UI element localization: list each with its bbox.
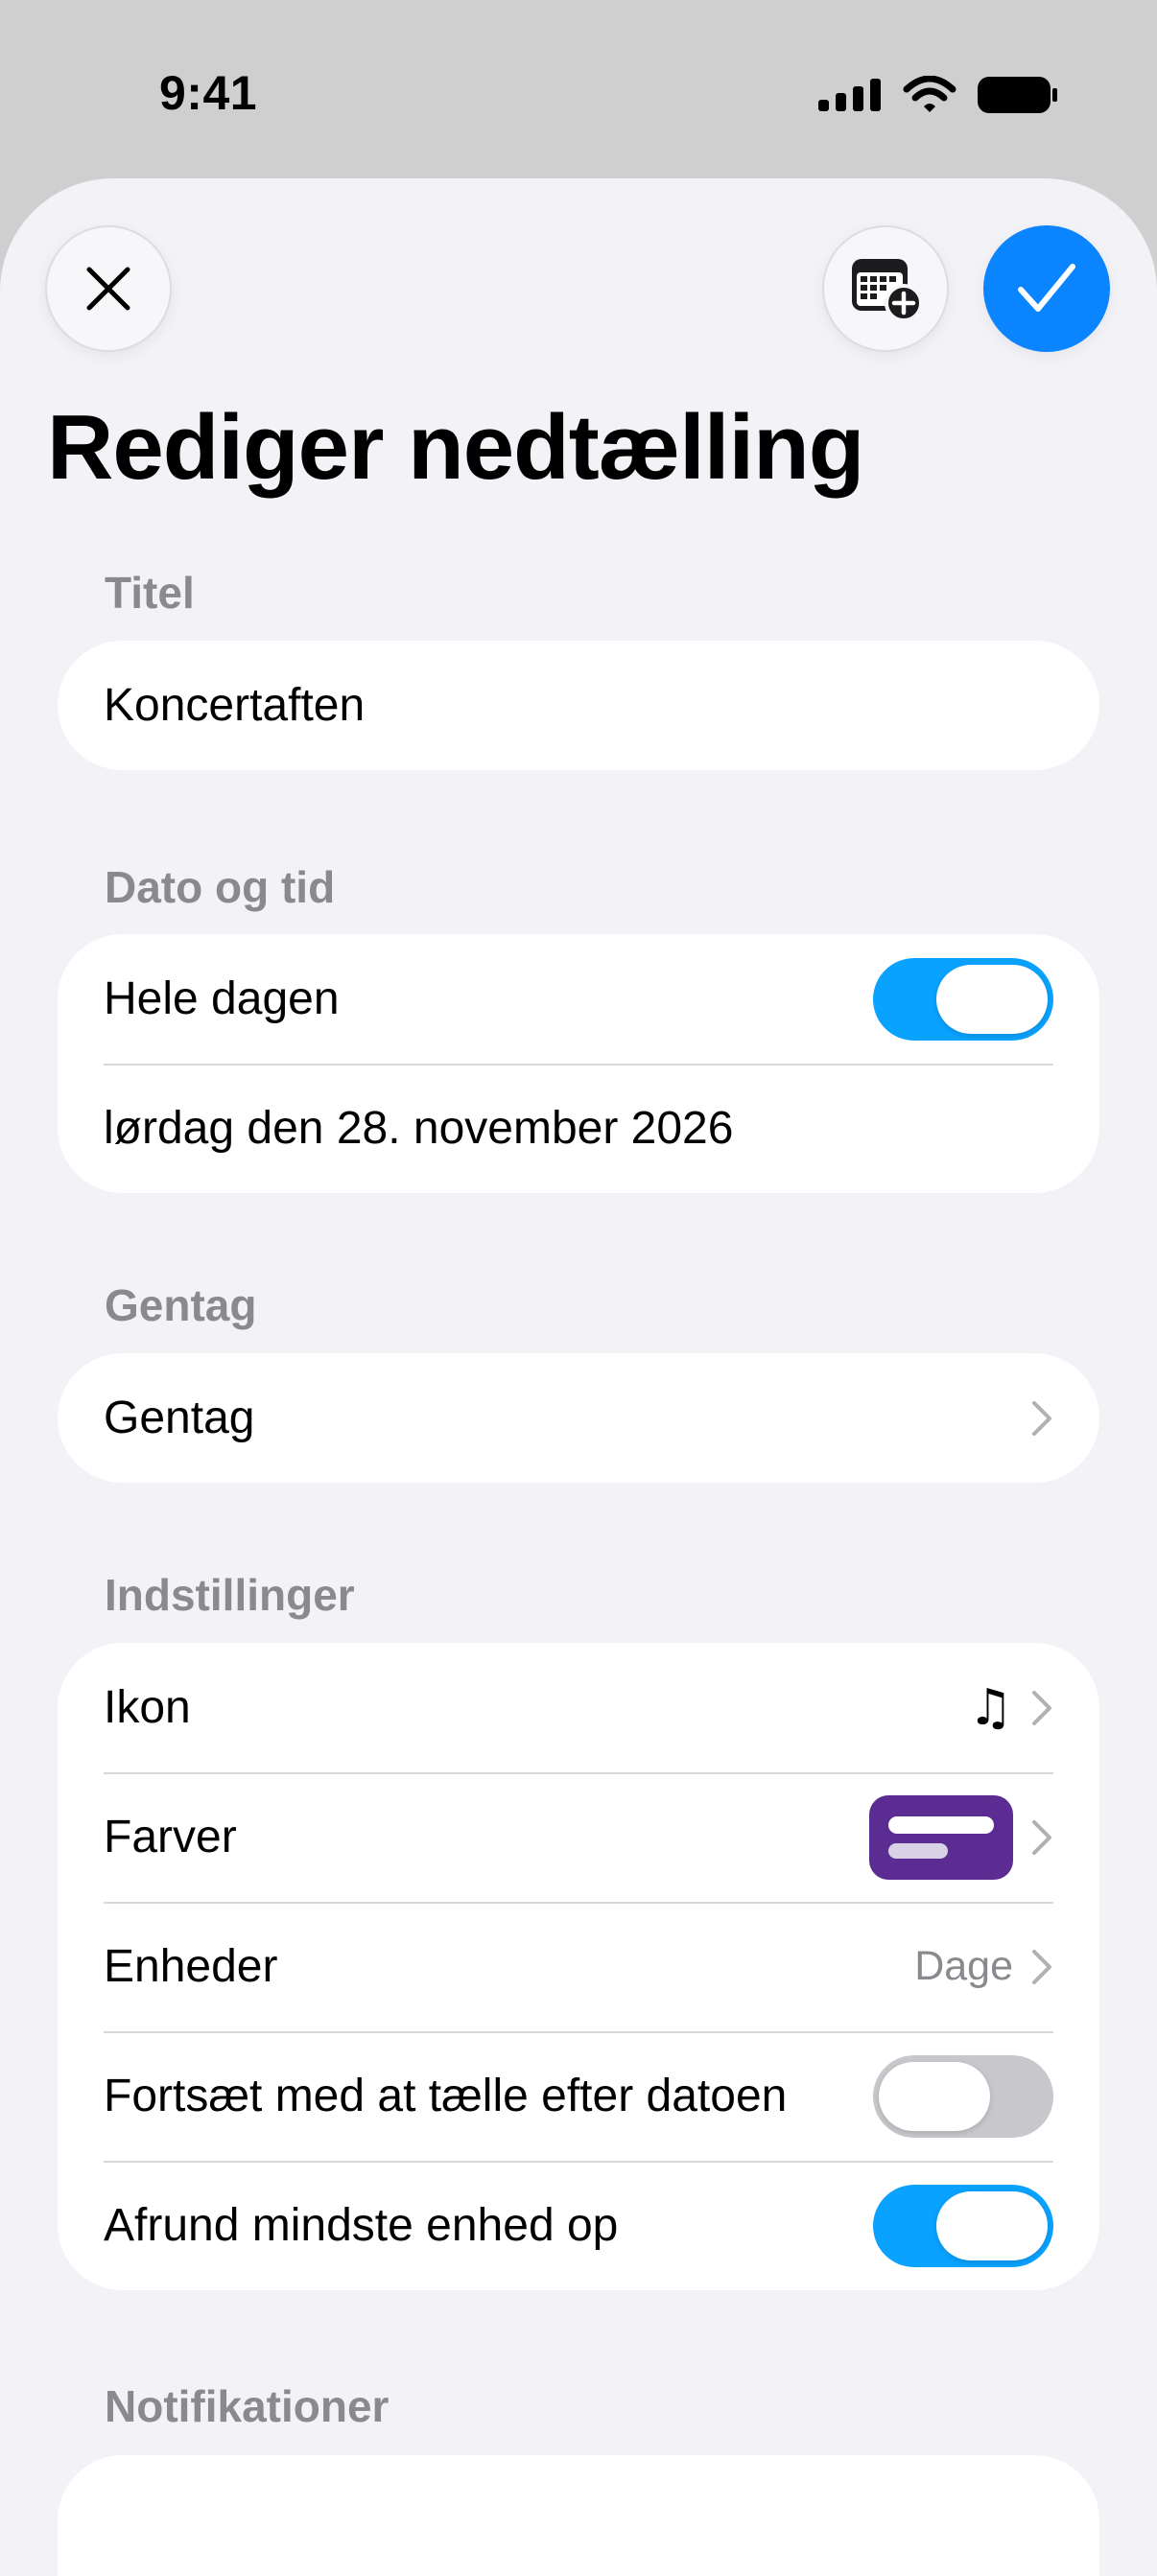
add-to-calendar-button[interactable] <box>822 225 949 352</box>
toggle-knob <box>936 2190 1048 2260</box>
settings-card: Ikon ♫ Farver Enheder Dage Fortsæt med a… <box>58 1643 1099 2290</box>
edit-countdown-sheet: Rediger nedtælling Titel Koncertaften Da… <box>0 178 1157 2576</box>
battery-icon <box>978 77 1057 113</box>
round-up-row: Afrund mindste enhed op <box>58 2161 1099 2290</box>
datetime-card: Hele dagen lørdag den 28. november 2026 <box>58 934 1099 1193</box>
checkmark-icon <box>1018 264 1075 312</box>
units-row[interactable]: Enheder Dage <box>58 1902 1099 2031</box>
status-bar: 9:41 <box>0 0 1157 182</box>
colors-row[interactable]: Farver <box>58 1772 1099 1902</box>
all-day-row: Hele dagen <box>58 934 1099 1064</box>
units-row-label: Enheder <box>104 1941 278 1992</box>
continue-counting-row: Fortsæt med at tælle efter datoen <box>58 2031 1099 2161</box>
chevron-right-icon <box>1032 1690 1051 1725</box>
page-title: Rediger nedtælling <box>47 396 864 499</box>
round-up-label: Afrund mindste enhed op <box>104 2200 619 2251</box>
units-value: Dage <box>914 1943 1013 1989</box>
colors-row-label: Farver <box>104 1812 237 1862</box>
icon-row[interactable]: Ikon ♫ <box>58 1643 1099 1772</box>
calendar-add-icon <box>852 259 923 322</box>
title-card: Koncertaften <box>58 641 1099 770</box>
done-button[interactable] <box>983 225 1110 352</box>
date-value[interactable]: lørdag den 28. november 2026 <box>104 1102 1053 1155</box>
section-label-datetime: Dato og tid <box>105 862 336 912</box>
continue-counting-toggle[interactable] <box>873 2054 1053 2138</box>
repeat-card: Gentag <box>58 1353 1099 1483</box>
close-button[interactable] <box>45 225 172 352</box>
chevron-right-icon <box>1032 1949 1051 1984</box>
toggle-knob <box>936 964 1048 1034</box>
icon-row-label: Ikon <box>104 1682 191 1733</box>
repeat-row-label: Gentag <box>104 1393 255 1443</box>
wifi-icon <box>903 76 956 112</box>
section-label-repeat: Gentag <box>105 1280 257 1330</box>
title-value[interactable]: Koncertaften <box>104 679 1053 732</box>
continue-counting-label: Fortsæt med at tælle efter datoen <box>104 2071 788 2121</box>
title-field[interactable]: Koncertaften <box>58 641 1099 770</box>
section-label-notifications: Notifikationer <box>105 2381 390 2431</box>
toggle-knob <box>879 2061 990 2131</box>
date-row[interactable]: lørdag den 28. november 2026 <box>58 1064 1099 1193</box>
all-day-toggle[interactable] <box>873 957 1053 1041</box>
color-swatch <box>869 1794 1013 1880</box>
music-note-icon: ♫ <box>968 1678 1013 1737</box>
close-icon <box>86 267 130 311</box>
chevron-right-icon <box>1032 1400 1051 1436</box>
section-label-title: Titel <box>105 568 195 618</box>
round-up-toggle[interactable] <box>873 2184 1053 2267</box>
all-day-label: Hele dagen <box>104 973 340 1024</box>
status-time: 9:41 <box>159 66 258 120</box>
section-label-settings: Indstillinger <box>105 1570 355 1620</box>
status-icons <box>818 71 1058 119</box>
notifications-card <box>58 2455 1099 2576</box>
repeat-row[interactable]: Gentag <box>58 1353 1099 1483</box>
chevron-right-icon <box>1032 1819 1051 1855</box>
cellular-signal-icon <box>818 79 881 111</box>
